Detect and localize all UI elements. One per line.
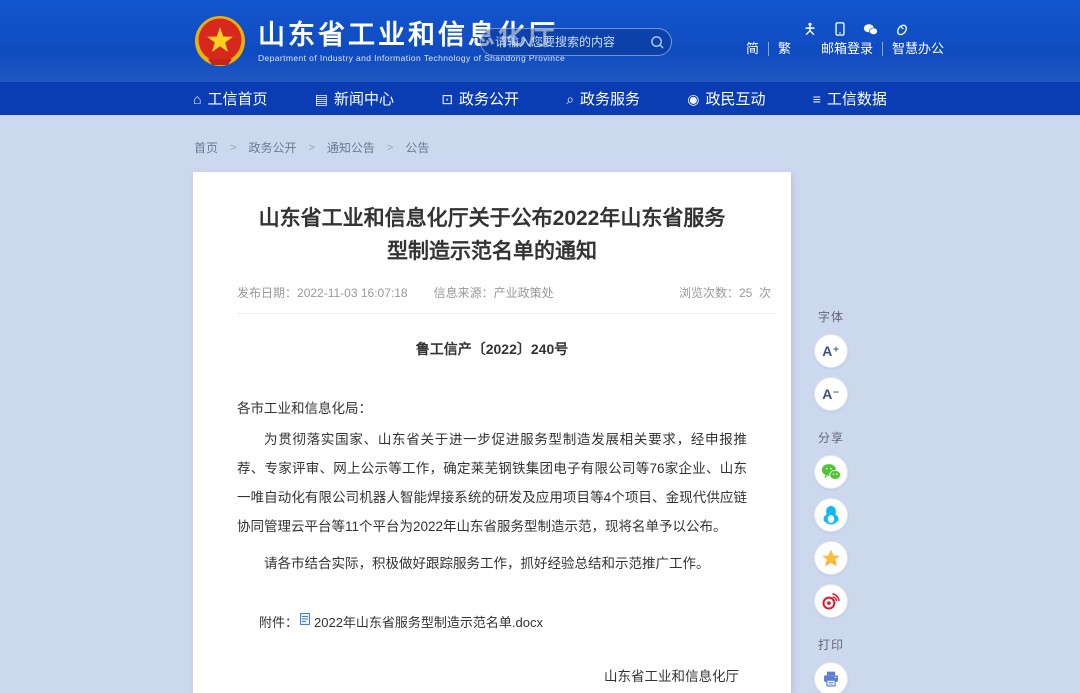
view-count: 浏览次数：25 次 (679, 284, 771, 301)
breadcrumb-gov-disclosure[interactable]: 政务公开 (248, 139, 296, 156)
doc-attachment-icon (300, 613, 310, 625)
nav-item-label: 工信数据 (827, 88, 887, 109)
attachment-link[interactable]: 2022年山东省服务型制造示范名单.docx (298, 612, 543, 631)
weibo-share-icon (821, 591, 841, 611)
weibo-share-button[interactable] (814, 584, 848, 618)
lang-traditional-link[interactable]: 繁 (769, 42, 800, 56)
attachment-filename: 2022年山东省服务型制造示范名单.docx (314, 612, 543, 631)
breadcrumb-separator: > (230, 142, 236, 154)
wechat-icon[interactable] (863, 23, 878, 36)
utility-icon-row (803, 22, 909, 36)
quick-links-row: 简 繁 邮箱登录 智慧办公 (737, 42, 953, 56)
attachment-row: 附件： 2022年山东省服务型制造示范名单.docx (259, 612, 747, 631)
article-card: 山东省工业和信息化厅关于公布2022年山东省服务型制造示范名单的通知 发布日期：… (193, 172, 791, 693)
qq-share-button[interactable] (814, 498, 848, 532)
signature-org: 山东省工业和信息化厅 (604, 665, 739, 685)
article-paragraph: 为贯彻落实国家、山东省关于进一步促进服务型制造发展相关要求，经申报推荐、专家评审… (237, 425, 747, 541)
share-label: 分享 (818, 429, 844, 446)
nav-item-label: 工信首页 (207, 88, 267, 109)
side-toolbar: 字体 A⁺ A⁻ 分享 (808, 308, 854, 693)
font-decrease-button[interactable]: A⁻ (814, 377, 848, 411)
nav-item-label: 新闻中心 (334, 88, 394, 109)
nav-item-home[interactable]: ⌂ 工信首页 (193, 88, 267, 109)
chat-icon: ◉ (687, 92, 699, 106)
qzone-share-button[interactable] (814, 541, 848, 575)
breadcrumb-notices[interactable]: 通知公告 (327, 139, 375, 156)
smart-office-link[interactable]: 智慧办公 (883, 42, 953, 56)
breadcrumb-announcement[interactable]: 公告 (405, 139, 429, 156)
home-icon: ⌂ (193, 92, 201, 106)
publish-date: 发布日期：2022-11-03 16:07:18 (237, 284, 408, 301)
font-increase-button[interactable]: A⁺ (814, 334, 848, 368)
qq-share-icon (822, 505, 840, 525)
document-number: 鲁工信产〔2022〕240号 (193, 339, 791, 359)
accessibility-icon[interactable] (803, 22, 817, 36)
qzone-share-icon (821, 548, 841, 568)
nav-item-interaction[interactable]: ◉ 政民互动 (687, 88, 765, 109)
nav-item-label: 政务公开 (459, 88, 519, 109)
header-banner: 山东省工业和信息化厅 Department of Industry and In… (0, 0, 1080, 82)
mobile-icon[interactable] (834, 22, 846, 36)
article-paragraph: 请各市结合实际，积极做好跟踪服务工作，抓好经验总结和示范推广工作。 (237, 549, 747, 578)
search-button[interactable] (650, 35, 665, 50)
breadcrumb-separator: > (308, 142, 314, 154)
breadcrumb-separator: > (387, 142, 393, 154)
service-search-icon: ⌕ (566, 92, 574, 106)
article-meta-row: 发布日期：2022-11-03 16:07:18 信息来源：产业政策处 浏览次数… (237, 284, 775, 314)
breadcrumb: 首页 > 政务公开 > 通知公告 > 公告 (194, 139, 429, 156)
news-icon: ▤ (315, 92, 328, 106)
wechat-share-icon (821, 463, 841, 481)
main-nav-items: ⌂ 工信首页 ▤ 新闻中心 ⊡ 政务公开 ⌕ 政务服务 ◉ 政民互动 ≡ 工信数… (193, 82, 887, 115)
printer-icon (822, 670, 840, 688)
wechat-share-button[interactable] (814, 455, 848, 489)
attachment-label: 附件： (259, 612, 298, 631)
nav-item-gov-services[interactable]: ⌕ 政务服务 (566, 88, 640, 109)
mouse-icon[interactable] (895, 23, 909, 36)
nav-item-news[interactable]: ▤ 新闻中心 (315, 88, 394, 109)
search-icon (650, 35, 665, 50)
article-salutation: 各市工业和信息化局： (237, 397, 747, 417)
breadcrumb-home[interactable]: 首页 (194, 139, 218, 156)
data-icon: ≡ (813, 92, 821, 106)
search-input[interactable] (495, 35, 650, 49)
nav-item-data[interactable]: ≡ 工信数据 (813, 88, 887, 109)
nav-item-label: 政民互动 (706, 88, 766, 109)
print-label: 打印 (818, 636, 844, 653)
print-button[interactable] (814, 662, 848, 693)
signature-block: 山东省工业和信息化厅 2022年11月2日 (604, 665, 739, 693)
lang-simplified-link[interactable]: 简 (737, 42, 769, 56)
national-emblem-icon (194, 15, 246, 67)
mail-login-link[interactable]: 邮箱登录 (812, 42, 883, 56)
info-source: 信息来源：产业政策处 (434, 284, 554, 301)
font-size-label: 字体 (818, 308, 844, 325)
nav-item-label: 政务服务 (580, 88, 640, 109)
article-title: 山东省工业和信息化厅关于公布2022年山东省服务型制造示范名单的通知 (251, 202, 733, 268)
main-nav: ⌂ 工信首页 ▤ 新闻中心 ⊡ 政务公开 ⌕ 政务服务 ◉ 政民互动 ≡ 工信数… (0, 82, 1080, 115)
search-box[interactable] (480, 28, 672, 56)
nav-item-gov-disclosure[interactable]: ⊡ 政务公开 (441, 88, 519, 109)
monitor-icon: ⊡ (441, 92, 453, 106)
